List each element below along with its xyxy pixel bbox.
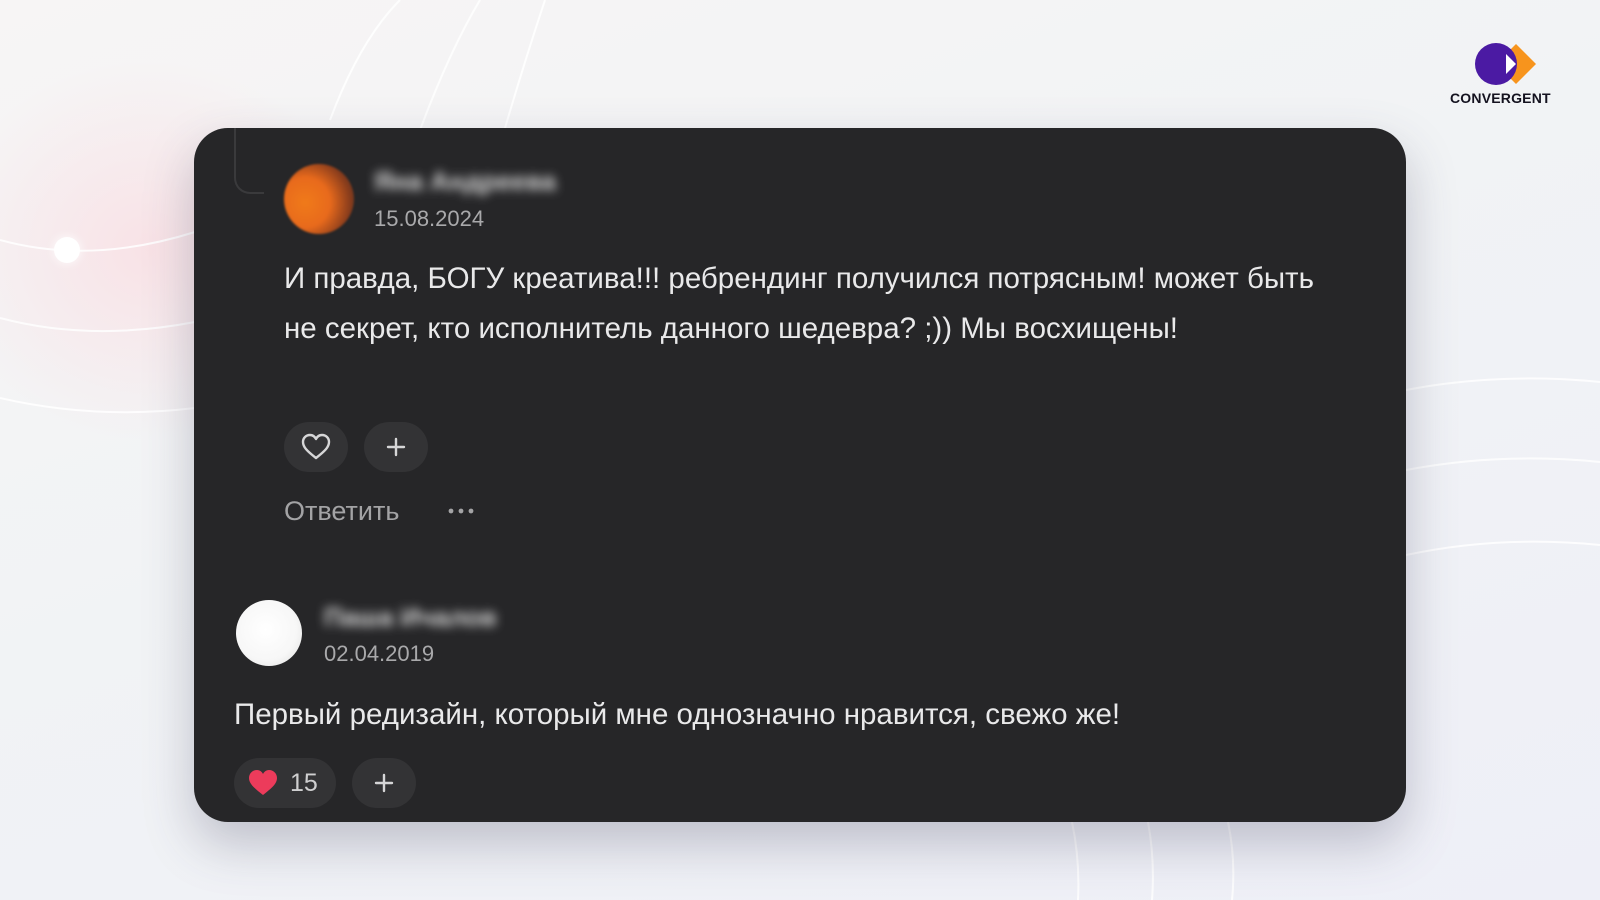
add-reaction-button[interactable] <box>364 422 428 472</box>
heart-filled-icon <box>249 770 277 795</box>
comment-author[interactable]: Яна Андреева <box>374 166 556 197</box>
like-button[interactable]: 15 <box>234 758 336 808</box>
comment-date: 15.08.2024 <box>374 206 485 231</box>
more-options-button[interactable] <box>444 494 478 528</box>
thread-connector <box>234 128 264 194</box>
avatar[interactable] <box>284 164 354 234</box>
plus-icon <box>386 437 406 457</box>
add-reaction-button[interactable] <box>352 758 416 808</box>
reply-button[interactable]: Ответить <box>284 496 399 527</box>
heart-outline-icon <box>301 433 331 460</box>
comment-date: 02.04.2019 <box>324 641 435 666</box>
logo-text: CONVERGENT <box>1450 90 1551 106</box>
like-button[interactable] <box>284 422 348 472</box>
comment-text: Первый редизайн, который мне однозначно … <box>234 698 1121 731</box>
avatar[interactable] <box>236 600 302 666</box>
comments-card: Яна Андреева 15.08.2024 И правда, БОГУ к… <box>194 128 1406 822</box>
like-count: 15 <box>290 768 318 797</box>
brand-logo: CONVERGENT <box>1450 40 1570 106</box>
convergent-logo-icon <box>1475 43 1536 85</box>
plus-icon <box>374 773 394 793</box>
comment-text: И правда, БОГУ креатива!!! ребрендинг по… <box>284 262 1314 345</box>
background-dot <box>54 237 80 263</box>
ellipsis-icon <box>448 508 474 514</box>
comment-author[interactable]: Паша Ичалов <box>324 602 497 633</box>
